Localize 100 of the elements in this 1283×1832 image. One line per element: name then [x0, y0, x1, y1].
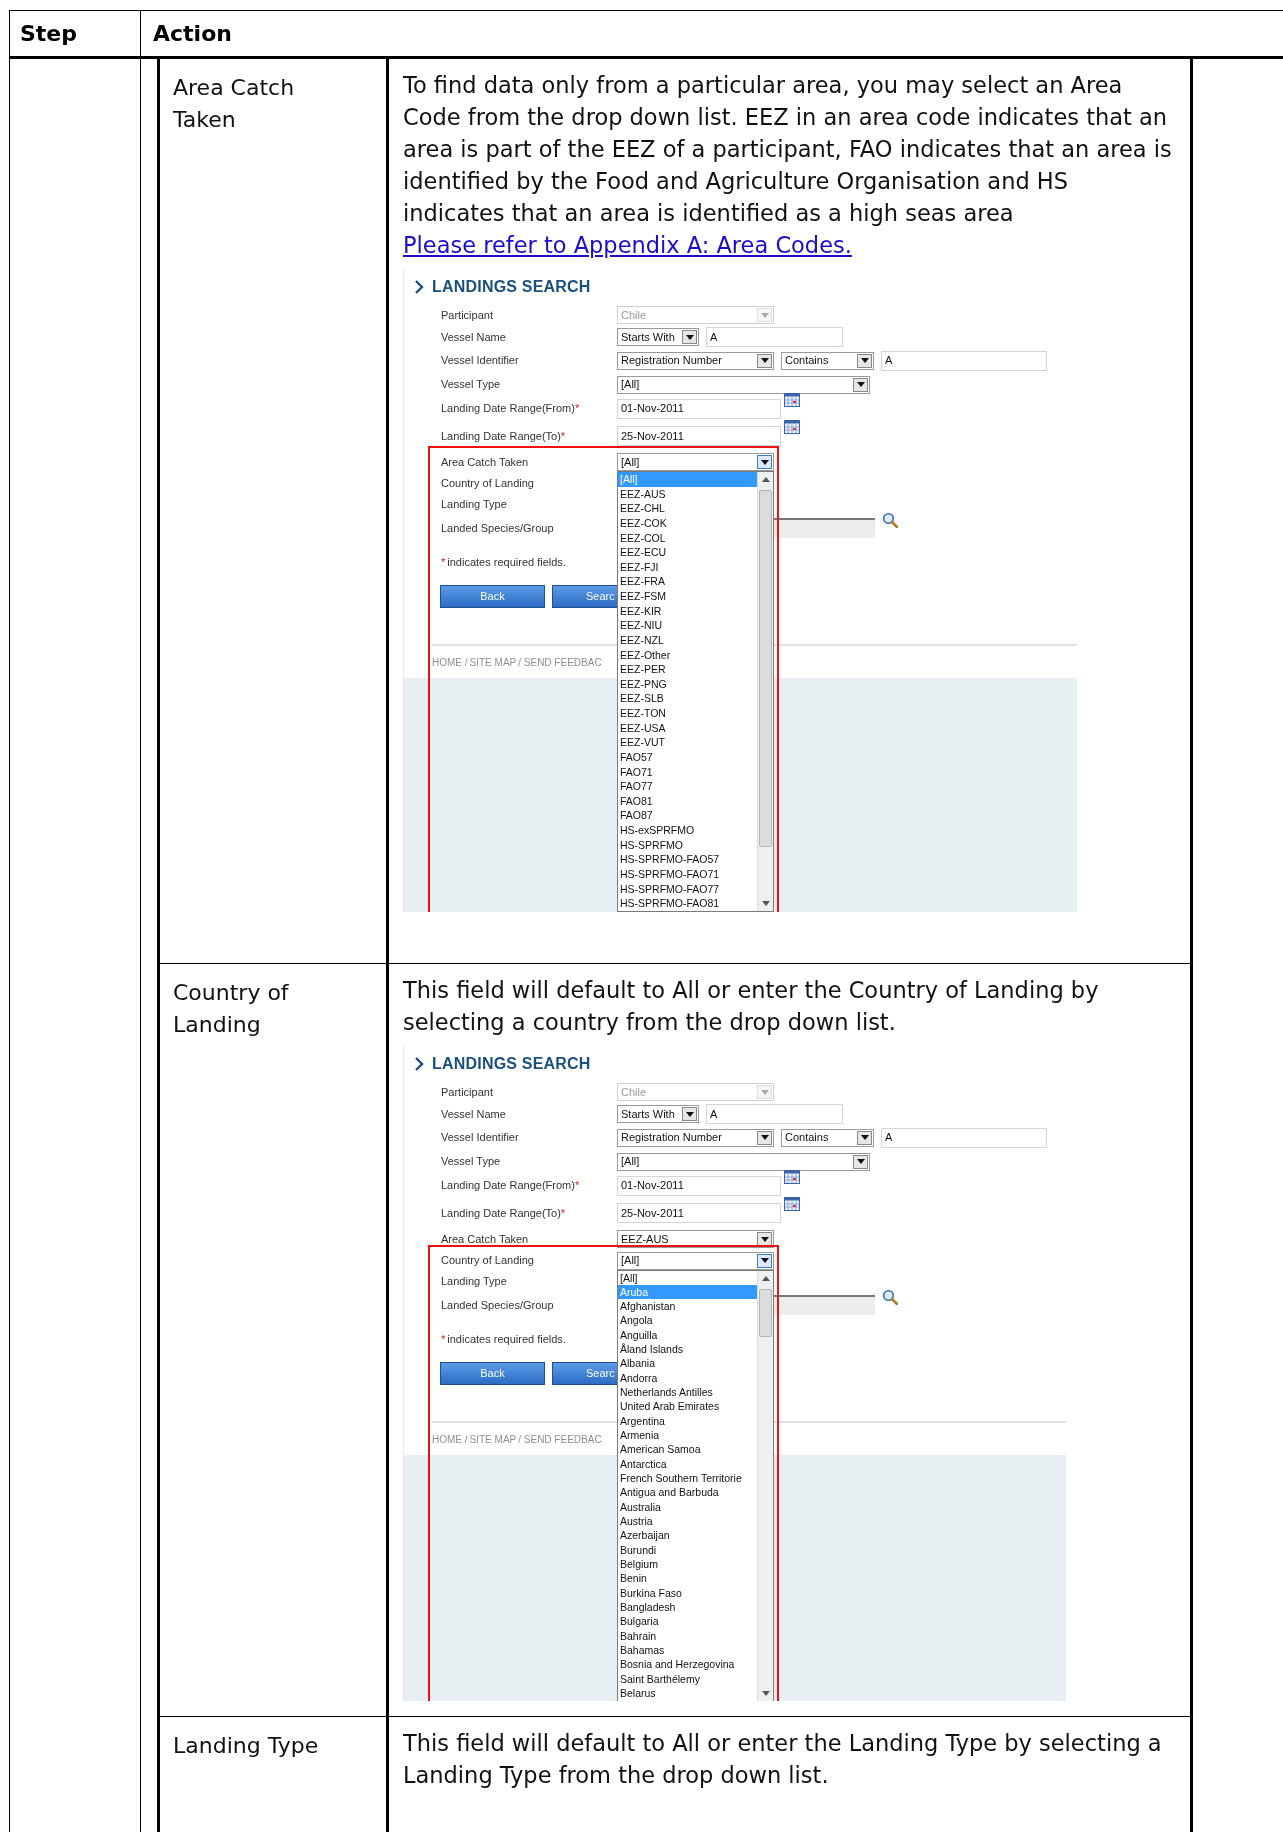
scrollbar[interactable]: [757, 1270, 773, 1701]
appendix-link[interactable]: Please refer to Appendix A: Area Codes.: [403, 232, 852, 258]
list-option[interactable]: Armenia: [618, 1428, 757, 1443]
dropdown-select[interactable]: [All]: [617, 375, 870, 394]
list-option[interactable]: EEZ-ECU: [618, 545, 757, 560]
list-option[interactable]: Antigua and Barbuda: [618, 1485, 757, 1500]
scroll-down-icon[interactable]: [762, 901, 770, 906]
list-option[interactable]: EEZ-FRA: [618, 574, 757, 589]
calendar-icon[interactable]: [784, 392, 800, 407]
list-option[interactable]: EEZ-PNG: [618, 676, 757, 692]
list-option[interactable]: Bosnia and Herzegovina: [618, 1657, 757, 1672]
list-option[interactable]: Bahamas: [618, 1643, 757, 1658]
scroll-up-icon[interactable]: [762, 1275, 770, 1281]
list-option[interactable]: EEZ-SLB: [618, 691, 757, 706]
caret-icon: [757, 1130, 772, 1145]
list-option[interactable]: [All]: [618, 1270, 757, 1285]
list-option[interactable]: Antarctica: [618, 1456, 757, 1472]
dropdown-select[interactable]: Registration Number: [617, 351, 774, 370]
list-option[interactable]: Burkina Faso: [618, 1585, 757, 1601]
field-label: Landing Type: [441, 1274, 507, 1290]
search-icon[interactable]: [882, 512, 898, 528]
list-option[interactable]: EEZ-NZL: [618, 632, 757, 648]
list-option[interactable]: Netherlands Antilles: [618, 1385, 757, 1400]
list-option[interactable]: HS-SPRFMO: [618, 837, 757, 853]
footer-link[interactable]: HOME /: [432, 655, 468, 670]
calendar-icon[interactable]: [784, 1197, 800, 1211]
search-button[interactable]: Searc: [552, 585, 618, 608]
scroll-down-icon[interactable]: [762, 1690, 770, 1696]
list-option[interactable]: American Samoa: [618, 1442, 757, 1457]
date-input[interactable]: 01-Nov-2011: [617, 398, 781, 419]
list-option[interactable]: Saint Barthélemy: [618, 1671, 757, 1686]
date-input[interactable]: 25-Nov-2011: [617, 426, 781, 446]
list-option[interactable]: EEZ-COL: [618, 530, 757, 546]
list-option[interactable]: EEZ-COK: [618, 515, 757, 531]
list-option[interactable]: EEZ-KIR: [618, 603, 757, 619]
scrollbar-thumb[interactable]: [759, 490, 772, 847]
list-option[interactable]: Anguilla: [618, 1327, 757, 1343]
list-option[interactable]: FAO77: [618, 779, 757, 794]
caret-icon: [682, 330, 697, 344]
field-label: Country of Landing: [441, 476, 534, 492]
list-option[interactable]: Bahrain: [618, 1628, 757, 1644]
text-input[interactable]: A: [881, 1127, 1047, 1148]
list-option[interactable]: EEZ-FSM: [618, 589, 757, 604]
list-option[interactable]: EEZ-FJI: [618, 559, 757, 575]
list-option[interactable]: Angola: [618, 1313, 757, 1328]
dropdown-select[interactable]: Starts With: [617, 1105, 699, 1123]
scrollbar[interactable]: [757, 472, 773, 911]
list-option[interactable]: Åland Islands: [618, 1342, 757, 1357]
list-option[interactable]: EEZ-PER: [618, 662, 757, 677]
list-option[interactable]: HS-exSPRFMO: [618, 823, 757, 838]
list-option[interactable]: EEZ-USA: [618, 720, 757, 736]
list-option[interactable]: Albania: [618, 1356, 757, 1371]
list-option[interactable]: FAO57: [618, 749, 757, 765]
back-button[interactable]: Back: [440, 585, 545, 608]
footer-link[interactable]: HOME /: [432, 1432, 468, 1447]
text-input[interactable]: A: [706, 1104, 843, 1124]
list-option[interactable]: Australia: [618, 1499, 757, 1515]
list-option[interactable]: French Southern Territorie: [618, 1471, 757, 1486]
list-option[interactable]: Argentina: [618, 1413, 757, 1429]
list-option[interactable]: HS-SPRFMO-FAO77: [618, 881, 757, 897]
list-option[interactable]: Burundi: [618, 1542, 757, 1558]
search-icon[interactable]: [882, 1289, 898, 1305]
text-input[interactable]: A: [881, 350, 1047, 371]
list-option[interactable]: Bangladesh: [618, 1600, 757, 1615]
caret-icon: [857, 1130, 872, 1145]
list-option[interactable]: EEZ-CHL: [618, 501, 757, 516]
list-option[interactable]: Azerbaijan: [618, 1528, 757, 1543]
list-option[interactable]: Austria: [618, 1514, 757, 1529]
scroll-up-icon[interactable]: [762, 477, 770, 482]
list-option[interactable]: Afghanistan: [618, 1299, 757, 1314]
list-option[interactable]: EEZ-VUT: [618, 735, 757, 750]
dropdown-select[interactable]: Starts With: [617, 328, 699, 346]
dropdown-select[interactable]: Contains: [781, 351, 874, 370]
back-button[interactable]: Back: [440, 1362, 545, 1385]
text-input[interactable]: A: [706, 327, 843, 347]
scrollbar-thumb[interactable]: [759, 1288, 772, 1337]
calendar-icon[interactable]: [784, 1169, 800, 1184]
search-button[interactable]: Searc: [552, 1362, 618, 1385]
list-option[interactable]: Benin: [618, 1571, 757, 1586]
list-option[interactable]: FAO81: [618, 793, 757, 809]
list-option[interactable]: Bulgaria: [618, 1614, 757, 1629]
list-option[interactable]: EEZ-AUS: [618, 486, 757, 502]
list-option[interactable]: FAO71: [618, 764, 757, 780]
list-option[interactable]: Belarus: [618, 1686, 757, 1701]
list-option[interactable]: EEZ-NIU: [618, 618, 757, 633]
dropdown-select[interactable]: Contains: [781, 1128, 874, 1147]
date-input[interactable]: 01-Nov-2011: [617, 1175, 781, 1196]
list-option[interactable]: HS-SPRFMO-FAO81: [618, 896, 757, 911]
list-option[interactable]: HS-SPRFMO-FAO57: [618, 852, 757, 867]
list-option[interactable]: United Arab Emirates: [618, 1399, 757, 1414]
list-option[interactable]: EEZ-TON: [618, 706, 757, 721]
list-option[interactable]: Andorra: [618, 1370, 757, 1386]
date-input[interactable]: 25-Nov-2011: [617, 1203, 781, 1223]
list-option[interactable]: EEZ-Other: [618, 647, 757, 663]
dropdown-select[interactable]: [All]: [617, 1152, 870, 1171]
calendar-icon[interactable]: [784, 420, 800, 434]
list-option[interactable]: FAO87: [618, 808, 757, 823]
dropdown-select[interactable]: Registration Number: [617, 1128, 774, 1147]
list-option[interactable]: HS-SPRFMO-FAO71: [618, 866, 757, 882]
list-option[interactable]: Belgium: [618, 1557, 757, 1572]
